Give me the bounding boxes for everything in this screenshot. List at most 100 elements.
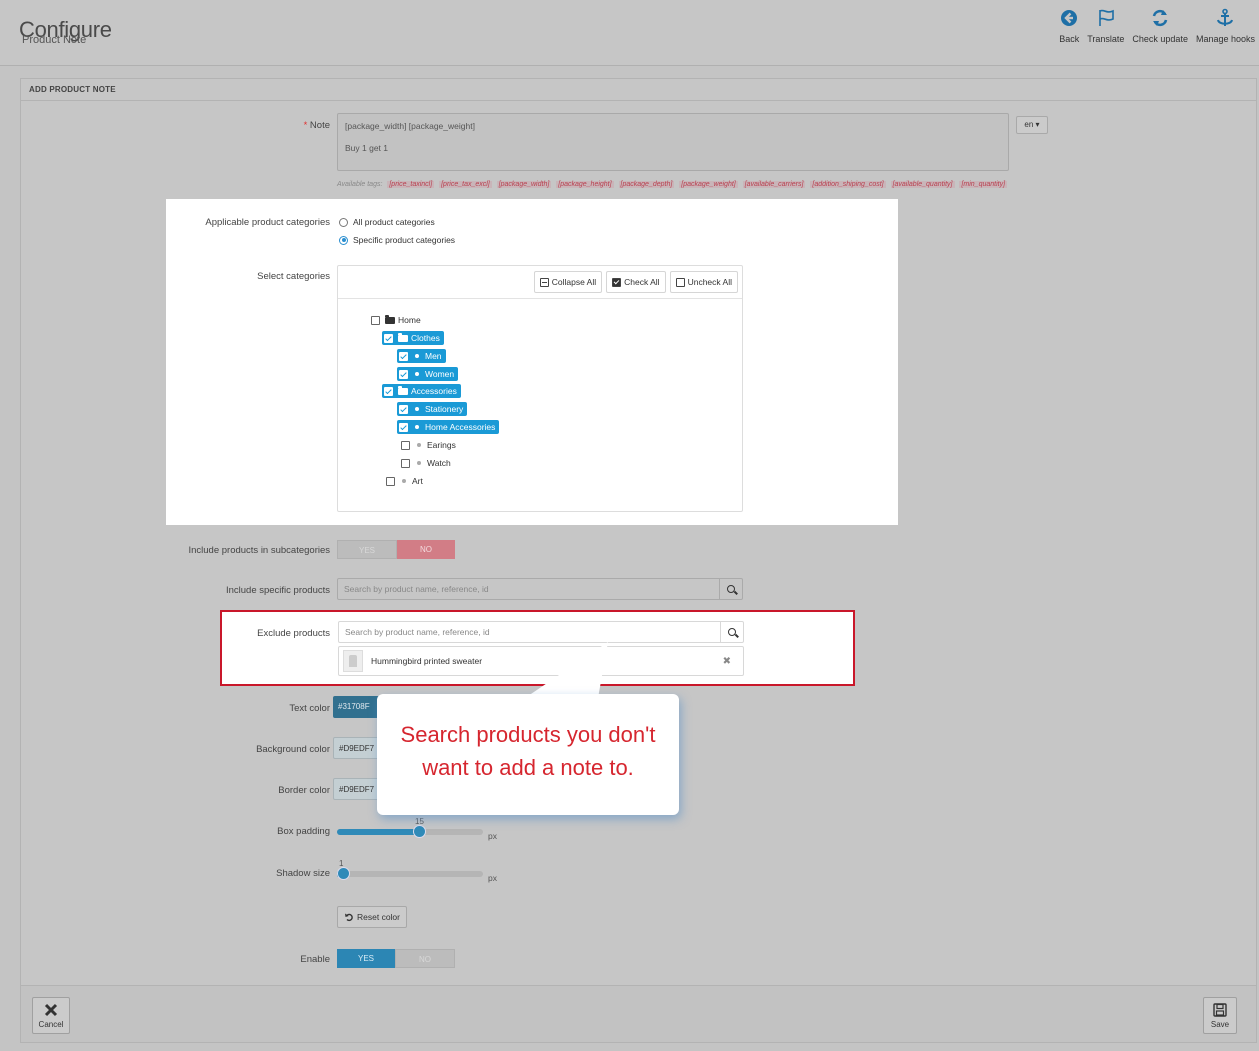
- reset-color-label: Reset color: [357, 912, 400, 922]
- cancel-label: Cancel: [38, 1019, 64, 1029]
- tree-node-stationery[interactable]: Stationery: [397, 402, 468, 416]
- background-color-label: Background color: [256, 744, 330, 755]
- slider-handle[interactable]: [413, 825, 426, 838]
- tree-node-home-accessories[interactable]: Home Accessories: [397, 420, 500, 434]
- tag-item[interactable]: [min_quantity]: [959, 181, 1008, 188]
- bullet-icon: [415, 407, 419, 411]
- back-button[interactable]: Back: [1055, 8, 1083, 44]
- search-button[interactable]: [720, 622, 743, 642]
- note-line-2: Buy 1 get 1: [345, 143, 389, 153]
- node-label: Home Accessories: [425, 422, 496, 432]
- tree-node-home[interactable]: Home: [371, 313, 421, 327]
- search-button[interactable]: [719, 579, 742, 599]
- language-dropdown[interactable]: en ▾: [1016, 116, 1048, 134]
- tree-node-clothes[interactable]: Clothes: [382, 331, 444, 345]
- enable-label: Enable: [300, 954, 330, 965]
- search-icon: [728, 628, 736, 636]
- box-padding-slider[interactable]: [337, 825, 483, 838]
- node-label: Earings: [427, 440, 456, 450]
- save-button[interactable]: Save: [1203, 997, 1237, 1034]
- product-name: Hummingbird printed sweater: [371, 656, 483, 666]
- toggle-yes[interactable]: YES: [337, 540, 397, 559]
- background-color-input[interactable]: #D9EDF7: [333, 737, 383, 759]
- tree-node-watch[interactable]: Watch: [401, 456, 451, 470]
- checkbox[interactable]: [386, 476, 395, 486]
- checkbox-checked[interactable]: [384, 333, 393, 343]
- subcategories-toggle[interactable]: YES NO: [337, 540, 455, 559]
- checkbox-checked[interactable]: [399, 369, 408, 379]
- checked-square-icon: [612, 277, 622, 287]
- tree-node-accessories[interactable]: Accessories: [382, 384, 461, 398]
- search-input[interactable]: Search by product name, reference, id: [338, 579, 719, 599]
- back-label: Back: [1059, 34, 1080, 44]
- translate-button[interactable]: Translate: [1083, 8, 1128, 44]
- slider-handle[interactable]: [337, 867, 350, 880]
- collapse-icon: [539, 277, 549, 287]
- radio-all-categories[interactable]: All product categories: [339, 217, 435, 227]
- breadcrumb: Product Note: [22, 34, 87, 46]
- radio-specific-label: Specific product categories: [353, 235, 456, 245]
- manage-hooks-button[interactable]: Manage hooks: [1192, 8, 1259, 44]
- callout-tooltip: Search products you don't want to add a …: [377, 694, 679, 815]
- toggle-no-active[interactable]: NO: [397, 540, 455, 559]
- box-padding-label: Box padding: [277, 826, 330, 837]
- include-products-label: Include specific products: [225, 585, 330, 596]
- node-label: Stationery: [425, 404, 464, 414]
- border-color-input[interactable]: #D9EDF7: [333, 778, 383, 800]
- cancel-button[interactable]: Cancel: [32, 997, 70, 1034]
- slider-fill: [337, 829, 419, 835]
- tree-node-art[interactable]: Art: [386, 474, 423, 488]
- collapse-all-button[interactable]: Collapse All: [533, 271, 603, 293]
- refresh-icon: [1152, 9, 1168, 27]
- exclude-products-label: Exclude products: [257, 628, 330, 639]
- tag-item[interactable]: [package_depth]: [618, 181, 675, 188]
- callout-text: Search products you don't want to add a …: [377, 718, 679, 784]
- tag-item[interactable]: [package_weight]: [679, 181, 738, 188]
- anchor-icon: [1217, 8, 1234, 26]
- checkbox[interactable]: [401, 440, 410, 450]
- enable-toggle[interactable]: YES NO: [337, 949, 455, 968]
- tag-item[interactable]: [price_tax_excl]: [439, 181, 492, 188]
- checkbox[interactable]: [371, 315, 380, 325]
- search-input[interactable]: Search by product name, reference, id: [339, 622, 720, 642]
- save-label: Save: [1210, 1019, 1230, 1029]
- tag-item[interactable]: [package_width]: [496, 181, 552, 188]
- note-line-1: [package_width] [package_weight]: [345, 121, 475, 131]
- check-update-button[interactable]: Check update: [1128, 8, 1192, 44]
- reset-color-button[interactable]: Reset color: [337, 906, 407, 928]
- tree-node-women[interactable]: Women: [397, 367, 459, 381]
- search-icon: [727, 585, 735, 593]
- checkbox-checked[interactable]: [399, 404, 408, 414]
- toggle-yes-active[interactable]: YES: [337, 949, 395, 968]
- checkbox-checked[interactable]: [399, 351, 408, 361]
- manage-hooks-label: Manage hooks: [1195, 34, 1255, 44]
- tag-item[interactable]: [addition_shiping_cost]: [810, 181, 886, 188]
- checkbox-checked[interactable]: [399, 422, 408, 432]
- checkbox-checked[interactable]: [384, 386, 393, 396]
- tag-item[interactable]: [package_height]: [556, 181, 614, 188]
- shadow-size-slider[interactable]: [337, 867, 483, 880]
- bullet-icon: [417, 461, 421, 465]
- note-textarea[interactable]: [package_width] [package_weight] Buy 1 g…: [337, 113, 1009, 171]
- tag-item[interactable]: [available_quantity]: [890, 181, 955, 188]
- product-thumbnail: [343, 650, 363, 672]
- remove-icon[interactable]: ✖: [723, 656, 731, 667]
- toggle-no[interactable]: NO: [395, 949, 455, 968]
- text-color-input[interactable]: #31708F: [333, 696, 383, 718]
- bullet-icon: [417, 443, 421, 447]
- check-all-button[interactable]: Check All: [606, 271, 666, 293]
- radio-button[interactable]: [339, 217, 348, 227]
- tag-item[interactable]: [available_carriers]: [742, 181, 806, 188]
- radio-button-selected[interactable]: [339, 235, 348, 245]
- include-products-search[interactable]: Search by product name, reference, id: [337, 578, 743, 600]
- tag-item[interactable]: [price_taxincl]: [387, 181, 435, 188]
- uncheck-all-button[interactable]: Uncheck All: [669, 271, 738, 293]
- checkbox[interactable]: [401, 458, 410, 468]
- radio-specific-categories[interactable]: Specific product categories: [339, 235, 455, 245]
- node-label: Accessories: [411, 386, 457, 396]
- tree-node-earings[interactable]: Earings: [401, 438, 456, 452]
- tree-node-men[interactable]: Men: [397, 349, 446, 363]
- back-circle-icon: [1061, 10, 1078, 26]
- radio-all-label: All product categories: [353, 217, 435, 227]
- node-label: Women: [425, 369, 455, 379]
